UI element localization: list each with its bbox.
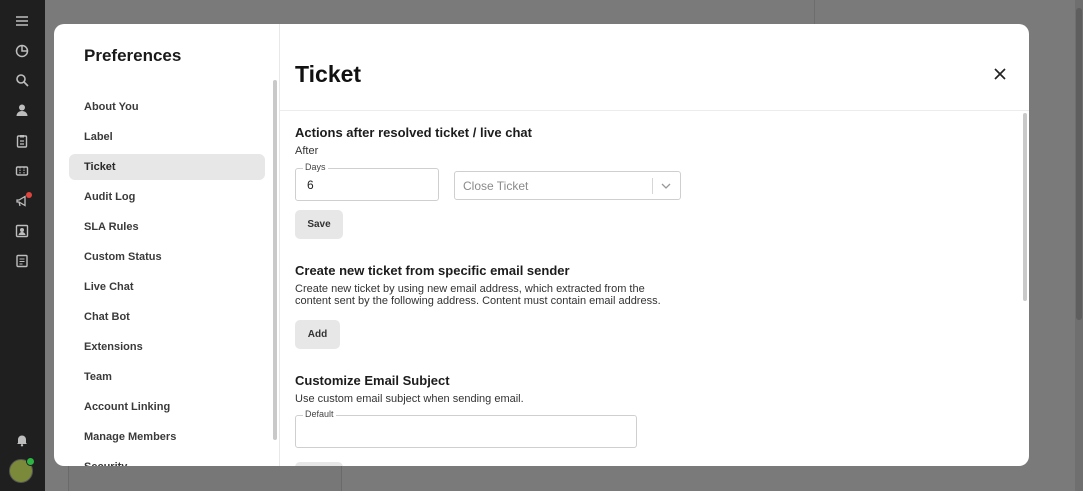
megaphone-icon[interactable] — [12, 191, 32, 211]
email-subject-title: Customize Email Subject — [295, 373, 450, 388]
ticket-icon[interactable] — [12, 161, 32, 181]
add-button[interactable]: Add — [295, 320, 340, 349]
save-button[interactable]: Save — [295, 210, 343, 239]
nav-item-team[interactable]: Team — [69, 364, 265, 390]
clipboard-icon[interactable] — [12, 131, 32, 151]
document-icon[interactable] — [12, 251, 32, 271]
action-select[interactable]: Close Ticket — [454, 171, 681, 200]
email-subject-description: Use custom email subject when sending em… — [295, 393, 524, 405]
close-button[interactable] — [991, 65, 1009, 83]
nav-item-account-linking[interactable]: Account Linking — [69, 394, 265, 420]
nav-item-label[interactable]: Label — [69, 124, 265, 150]
nav-item-extensions[interactable]: Extensions — [69, 334, 265, 360]
nav-item-ticket[interactable]: Ticket — [69, 154, 265, 180]
background-panel — [68, 466, 342, 491]
preferences-scrollbar[interactable] — [273, 80, 277, 440]
contact-card-icon[interactable] — [12, 221, 32, 241]
days-field[interactable]: Days 6 — [295, 162, 439, 201]
preferences-sidebar: Preferences About You Label Ticket Audit… — [54, 24, 280, 466]
action-select-value: Close Ticket — [463, 179, 529, 193]
nav-item-manage-members[interactable]: Manage Members — [69, 424, 265, 450]
ticket-settings-panel: Ticket Actions after resolved ticket / l… — [280, 24, 1029, 466]
online-status-dot — [26, 457, 35, 466]
default-label: Default — [303, 409, 336, 419]
nav-item-sla-rules[interactable]: SLA Rules — [69, 214, 265, 240]
background-divider — [814, 0, 815, 24]
nav-item-about-you[interactable]: About You — [69, 94, 265, 120]
page-title: Ticket — [295, 61, 362, 87]
nav-item-custom-status[interactable]: Custom Status — [69, 244, 265, 270]
email-sender-description: Create new ticket by using new email add… — [295, 283, 661, 307]
nav-item-live-chat[interactable]: Live Chat — [69, 274, 265, 300]
after-label: After — [295, 145, 319, 157]
nav-item-audit-log[interactable]: Audit Log — [69, 184, 265, 210]
email-sender-title: Create new ticket from specific email se… — [295, 263, 570, 278]
resolved-actions-title: Actions after resolved ticket / live cha… — [295, 125, 532, 140]
menu-icon[interactable] — [12, 11, 32, 31]
preferences-nav: About You Label Ticket Audit Log SLA Rul… — [69, 94, 265, 466]
search-icon[interactable] — [12, 70, 32, 90]
pie-chart-icon[interactable] — [12, 41, 32, 61]
bell-icon[interactable] — [12, 430, 32, 450]
user-icon[interactable] — [12, 100, 32, 120]
nav-item-chat-bot[interactable]: Chat Bot — [69, 304, 265, 330]
default-subject-field[interactable]: Default — [295, 409, 637, 448]
notification-badge — [26, 192, 32, 198]
days-label: Days — [303, 162, 328, 172]
save-subject-button-partial[interactable] — [295, 462, 343, 466]
page-scrollbar-thumb[interactable] — [1076, 8, 1082, 320]
content-scrollbar[interactable] — [1023, 113, 1027, 301]
select-separator — [652, 178, 653, 194]
close-icon — [994, 68, 1006, 80]
chevron-down-icon — [661, 183, 671, 189]
days-value: 6 — [307, 178, 314, 192]
panel-header: Ticket — [280, 24, 1029, 111]
preferences-modal: Preferences About You Label Ticket Audit… — [54, 24, 1029, 466]
page-scrollbar[interactable] — [1075, 0, 1083, 491]
app-rail — [0, 0, 45, 491]
avatar[interactable] — [9, 457, 35, 483]
nav-item-security[interactable]: Security — [69, 454, 265, 466]
preferences-title: Preferences — [84, 46, 182, 65]
